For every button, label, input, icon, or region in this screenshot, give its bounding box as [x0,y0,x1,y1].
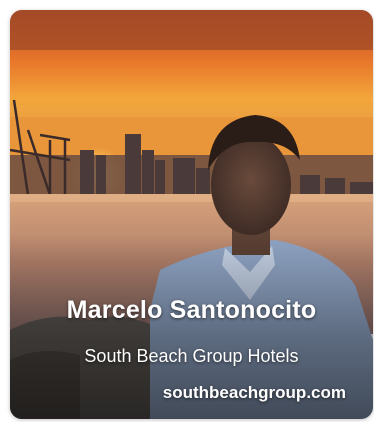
person-name: Marcelo Santonocito [66,296,317,324]
company-name: South Beach Group Hotels [84,346,299,366]
profile-card: Marcelo Santonocito South Beach Group Ho… [10,10,373,419]
website-link[interactable]: southbeachgroup.com [163,383,346,403]
